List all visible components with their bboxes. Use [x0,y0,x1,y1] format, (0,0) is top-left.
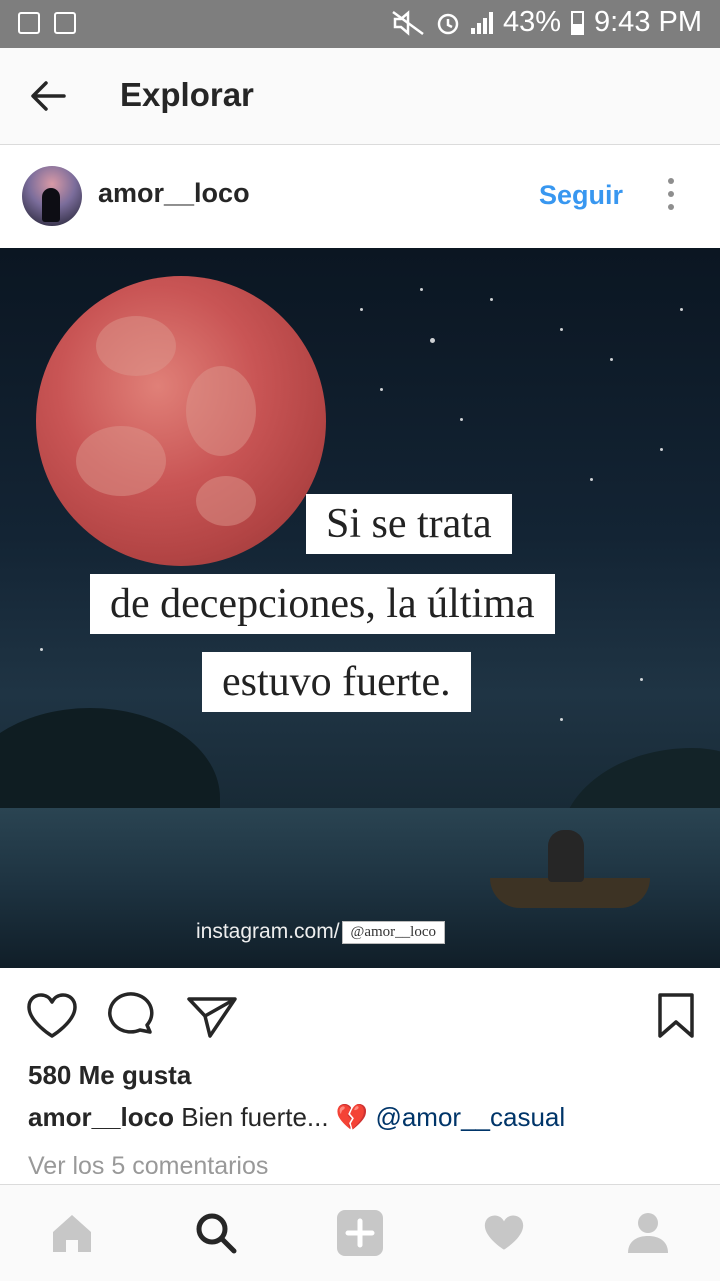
gallery-icon [18,12,40,34]
post-caption: amor__loco Bien fuerte... 💔 @amor__casua… [28,1102,565,1133]
broken-heart-emoji: 💔 [335,1102,369,1132]
quote-line-2: de decepciones, la última [90,574,555,634]
watermark-handle: @amor__loco [341,920,446,944]
watermark-prefix: instagram.com/ [196,920,340,943]
home-icon[interactable] [48,1209,96,1257]
follow-button[interactable]: Seguir [539,180,623,211]
page-title: Explorar [120,76,254,113]
recycle-icon [54,12,76,34]
view-comments-link[interactable]: Ver los 5 comentarios [28,1152,268,1181]
battery-icon [571,10,584,35]
quote-line-3: estuvo fuerte. [202,652,471,712]
likes-count[interactable]: 580 Me gusta [28,1060,191,1091]
post-actions [0,968,720,1064]
caption-text: Bien fuerte... [181,1102,329,1132]
arrow-left-icon[interactable] [28,78,68,114]
alarm-icon [437,13,459,34]
add-icon[interactable] [336,1209,384,1257]
post-image[interactable]: Si se trata de decepciones, la última es… [0,248,720,968]
mute-icon [392,9,424,36]
canoe [490,878,650,908]
share-icon[interactable] [186,994,238,1040]
profile-icon[interactable] [624,1209,672,1257]
heart-icon[interactable] [26,992,78,1040]
clock: 9:43 PM [594,6,702,38]
caption-mention[interactable]: @amor__casual [375,1102,565,1132]
person-silhouette [548,830,584,882]
caption-username[interactable]: amor__loco [28,1102,174,1132]
bookmark-icon[interactable] [656,992,696,1040]
bottom-nav [0,1184,720,1281]
post-username[interactable]: amor__loco [98,178,250,209]
more-vertical-icon[interactable] [664,178,678,214]
search-icon[interactable] [192,1209,240,1257]
image-watermark: instagram.com/ @amor__loco [196,920,446,944]
battery-percent: 43% [502,6,561,38]
quote-line-1: Si se trata [306,494,512,554]
comment-icon[interactable] [106,992,158,1040]
status-bar: 43% 9:43 PM [0,0,720,48]
moon-illustration [36,276,326,566]
top-bar: Explorar [0,48,720,145]
avatar[interactable] [22,166,82,226]
post-header: amor__loco Seguir [0,146,720,248]
signal-icon [470,11,493,34]
activity-icon[interactable] [480,1209,528,1257]
